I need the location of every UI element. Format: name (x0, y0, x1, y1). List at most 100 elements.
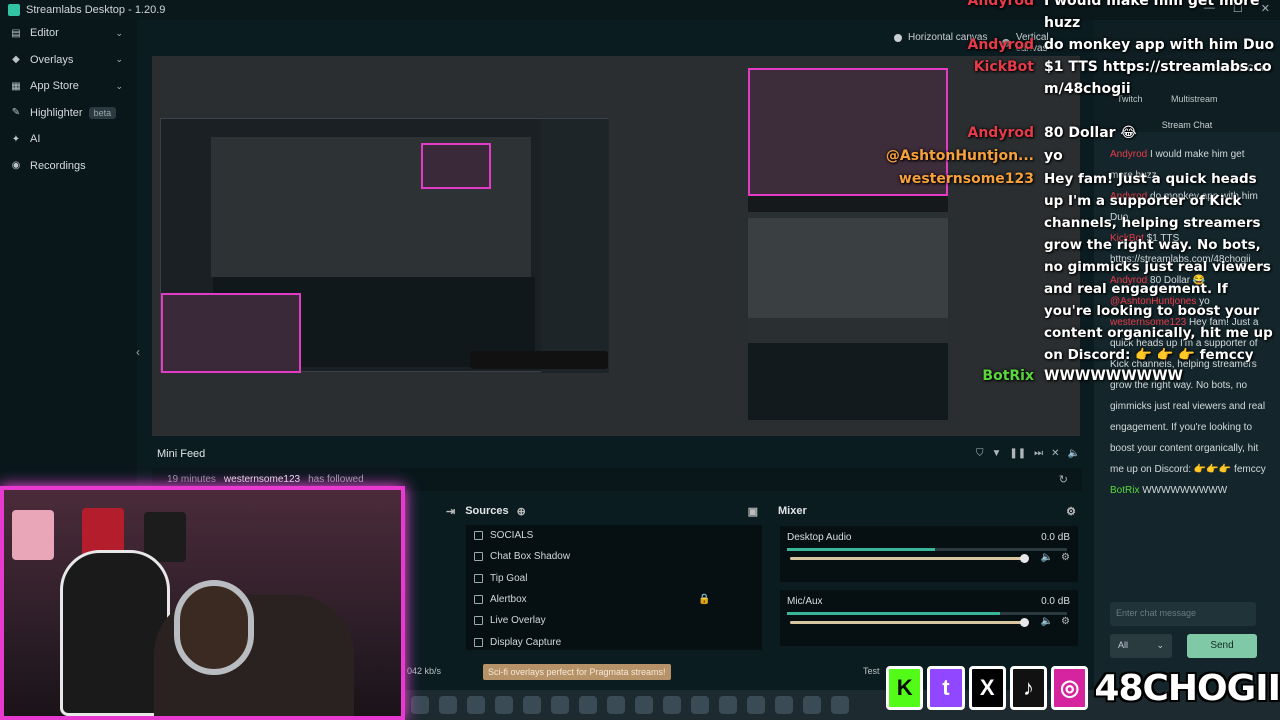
slider-knob[interactable] (1020, 618, 1029, 627)
overlay-chat-text: 80 Dollar 😂 (1044, 125, 1137, 141)
channel-controls: 🔈 ⚙ (1041, 616, 1070, 627)
nav-label: Highlighter (30, 106, 83, 119)
send-button[interactable]: Send (1187, 634, 1257, 658)
overlay-chat-user: Andyrod (967, 125, 1035, 141)
pause-icon[interactable]: ❚❚ (1009, 448, 1026, 459)
lock-icon[interactable]: 🔒 (698, 594, 710, 605)
source-item[interactable]: Display Capture (466, 631, 762, 652)
volume-slider[interactable] (790, 554, 1029, 563)
filter-icon[interactable]: ▼ (991, 448, 1001, 459)
mixer-header: Mixer ⚙ (776, 500, 1082, 522)
source-label: Display Capture (490, 636, 562, 648)
source-item[interactable]: SOCIALS (466, 525, 762, 546)
overlay-chat-text: I would make him get more huzz (1044, 0, 1260, 31)
taskbar-app-icon[interactable] (691, 696, 709, 714)
overlays-icon: ◆ (12, 54, 20, 66)
event-user: westernsome123 (223, 474, 301, 485)
taskbar-app-icon[interactable] (803, 696, 821, 714)
mixer-panel: Mixer ⚙ Desktop Audio 0.0 dB 🔈 ⚙ Mic/Aux… (776, 500, 1082, 650)
kick-icon: K (886, 666, 924, 710)
taskbar-app-icon[interactable] (747, 696, 765, 714)
taskbar-app-icon[interactable] (607, 696, 625, 714)
select-value: All (1118, 640, 1129, 650)
nav-label: Overlays (30, 53, 74, 66)
volume-slider[interactable] (790, 618, 1029, 627)
skip-icon[interactable]: ⏭ (1034, 448, 1043, 459)
shield-icon[interactable]: ⛉ (976, 448, 984, 459)
social-bar: K t X ♪ ◎ 48CHOGII (884, 660, 1280, 716)
taskbar-app-icon[interactable] (523, 696, 541, 714)
source-item[interactable]: Alertbox 🔒 (466, 589, 762, 610)
taskbar-app-icon[interactable] (439, 696, 457, 714)
ai-icon: ✦ (11, 133, 21, 145)
chat-input[interactable]: Enter chat message (1110, 602, 1256, 626)
add-source-icon[interactable]: ⊕ (517, 505, 526, 518)
source-item[interactable]: Chat Box Shadow (466, 546, 762, 567)
taskbar-app-icon[interactable] (831, 696, 849, 714)
channel-db: 0.0 dB (1041, 532, 1070, 543)
taskbar-app-icon[interactable] (635, 696, 653, 714)
editor-icon: ▤ (11, 27, 21, 39)
nested-webcam-frame (161, 293, 301, 373)
source-item[interactable]: Tip Goal (466, 568, 762, 589)
test-label[interactable]: Test (863, 666, 880, 676)
taskbar-app-icon[interactable] (467, 696, 485, 714)
nav-label: Editor (30, 27, 59, 40)
nav-label: AI (30, 133, 41, 146)
refresh-icon[interactable]: ↻ (1059, 473, 1068, 486)
sources-panel: ⇥ Sources ⊕ ▣ SOCIALS Chat Box Shadow Ti… (440, 500, 766, 650)
chat-text: WWWWWWWWW (1142, 485, 1228, 496)
source-item[interactable]: Live Overlay (466, 610, 762, 631)
source-type-icon (474, 637, 483, 647)
taskbar-app-icon[interactable] (495, 696, 513, 714)
overlay-chat-user: westernsome123 (898, 171, 1034, 187)
mixer-title: Mixer (778, 505, 807, 517)
taskbar-app-icon[interactable] (775, 696, 793, 714)
speaker-icon[interactable]: 🔈 (1041, 616, 1053, 627)
source-label: Chat Box Shadow (490, 551, 571, 563)
overlay-chat-text: $1 TTS https://streamlabs.com/48chogii (1044, 59, 1272, 97)
nav-editor[interactable]: ▤ Editor ⌄ (0, 20, 137, 47)
streamer-head (174, 580, 254, 675)
sources-list: SOCIALS Chat Box Shadow Tip Goal Alertbo… (466, 525, 762, 650)
promo-banner[interactable]: Sci-fi overlays perfect for Pragmata str… (483, 664, 671, 680)
nav-recordings[interactable]: ◉ Recordings (0, 153, 137, 180)
taskbar-app-icon[interactable] (579, 696, 597, 714)
slider-knob[interactable] (1020, 554, 1029, 563)
nav-highlighter[interactable]: ✎ Highlighter beta (0, 100, 137, 127)
sources-title: Sources (465, 505, 509, 517)
taskbar-app-icon[interactable] (719, 696, 737, 714)
chat-target-select[interactable]: All ⌄ (1110, 634, 1172, 658)
nav-ai[interactable]: ✦ AI (0, 126, 137, 153)
channel-name: Mic/Aux (787, 596, 823, 607)
chat-user[interactable]: BotRix (1110, 485, 1139, 496)
taskbar-app-icon[interactable] (551, 696, 569, 714)
volume-icon[interactable]: 🔈 (1068, 448, 1080, 459)
nav-overlays[interactable]: ◆ Overlays ⌄ (0, 47, 137, 74)
highlighter-icon: ✎ (11, 107, 21, 119)
taskbar-app-icon[interactable] (663, 696, 681, 714)
collapse-chevron-left-icon[interactable]: ‹ (136, 345, 140, 359)
gear-icon[interactable]: ⚙ (1061, 616, 1070, 627)
source-label: Tip Goal (490, 572, 528, 584)
overlay-chat-user: Andyrod (967, 0, 1035, 9)
folder-icon[interactable]: ▣ (748, 505, 758, 518)
event-time: 19 minutes (167, 474, 216, 485)
recordings-icon: ◉ (11, 160, 21, 172)
source-label: SOCIALS (490, 530, 534, 542)
nav-app-store[interactable]: ▦ App Store ⌄ (0, 73, 137, 100)
mute-icon[interactable]: ✕ (1051, 448, 1059, 459)
chat-message: BotRix WWWWWWWWW (1110, 480, 1270, 501)
volume-meter (787, 548, 1067, 551)
nested-cam-frame (421, 143, 491, 189)
gear-icon[interactable]: ⚙ (1066, 505, 1076, 518)
taskbar-app-icon[interactable] (411, 696, 429, 714)
instagram-icon: ◎ (1051, 666, 1089, 710)
overlay-chat-user: @AshtonHuntjon... (885, 148, 1034, 164)
collapse-icon[interactable]: ⇥ (446, 505, 455, 518)
speaker-icon[interactable]: 🔈 (1041, 552, 1053, 563)
streamlabs-logo-icon (8, 4, 20, 16)
gear-icon[interactable]: ⚙ (1061, 552, 1070, 563)
app-store-icon: ▦ (11, 80, 21, 92)
nested-social-bar (470, 351, 608, 369)
